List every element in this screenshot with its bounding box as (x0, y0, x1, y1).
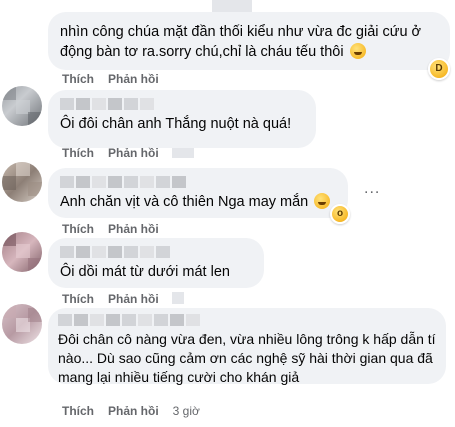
like-button[interactable]: Thích (62, 222, 94, 236)
comment-bubble: Anh chăn vịt và cô thiên Nga may mắn (48, 168, 348, 218)
comment-timestamp[interactable]: 3 giờ (173, 404, 200, 418)
grinning-sweat-emoji-icon (349, 43, 366, 59)
comment-actions: Thích Phản hồi (62, 292, 159, 306)
comment-actions: Thích Phản hồi (62, 72, 159, 86)
blurred-username (212, 0, 252, 12)
reply-button[interactable]: Phản hồi (108, 72, 159, 86)
comment-bubble: Ôi đôi chân anh Thắng nuột nà quá! (48, 90, 316, 148)
like-button[interactable]: Thích (62, 292, 94, 306)
comment-bubble: Ôi dồi mát từ dưới mát len (48, 238, 264, 288)
comment-text: nhìn công chúa mặt đần thối kiểu như vừa… (60, 24, 422, 60)
comment-actions: Thích Phản hồi (62, 146, 159, 160)
crying-face-emoji-icon (314, 193, 331, 209)
comment-actions: Thích Phản hồi (62, 222, 159, 236)
blurred-patch (172, 292, 184, 304)
reply-button[interactable]: Phản hồi (108, 222, 159, 236)
comment-text: Ôi dồi mát từ dưới mát len (60, 264, 230, 280)
reply-button[interactable]: Phản hồi (108, 292, 159, 306)
blurred-patch (172, 148, 194, 158)
avatar[interactable] (2, 162, 42, 202)
comment-bubble: nhìn công chúa mặt đần thối kiểu như vừa… (48, 12, 450, 70)
blurred-username (60, 246, 252, 258)
more-options-button[interactable]: ... (364, 180, 380, 198)
avatar[interactable] (2, 86, 42, 126)
avatar[interactable] (2, 304, 42, 344)
comment-text: Đôi chân cô nàng vừa đen, vừa nhiều lông… (58, 331, 436, 385)
like-button[interactable]: Thích (62, 146, 94, 160)
comment-actions: Thích Phản hồi 3 giờ (62, 404, 200, 418)
like-button[interactable]: Thích (62, 404, 94, 418)
laughing-reaction-icon[interactable]: D (428, 58, 450, 80)
wow-reaction-icon[interactable]: o (330, 204, 350, 224)
comment-bubble: Đôi chân cô nàng vừa đen, vừa nhiều lông… (48, 308, 446, 385)
avatar[interactable] (2, 232, 42, 272)
blurred-username (60, 176, 336, 188)
blurred-username (58, 314, 436, 326)
reply-button[interactable]: Phản hồi (108, 404, 159, 418)
comment-text: Ôi đôi chân anh Thắng nuột nà quá! (60, 116, 292, 132)
reply-button[interactable]: Phản hồi (108, 146, 159, 160)
like-button[interactable]: Thích (62, 72, 94, 86)
blurred-username (60, 98, 304, 110)
comment-text: Anh chăn vịt và cô thiên Nga may mắn (60, 192, 336, 212)
